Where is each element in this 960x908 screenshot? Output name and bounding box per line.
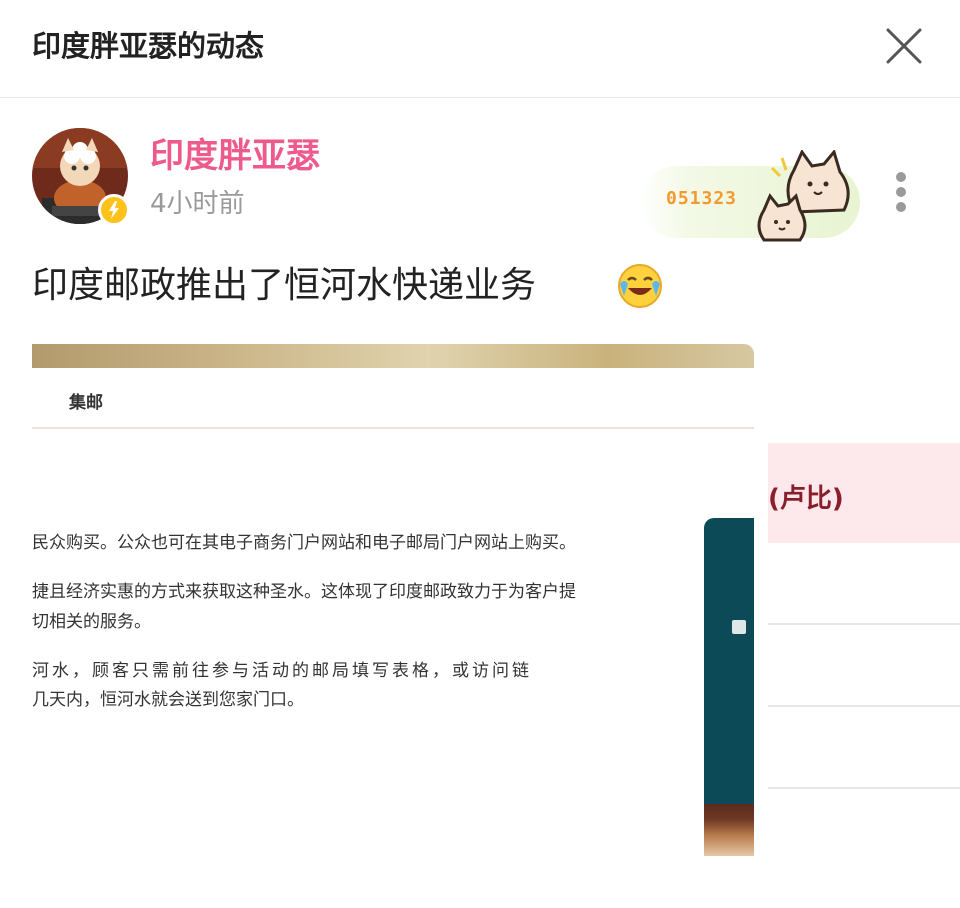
more-options-button[interactable] (888, 168, 916, 216)
vip-badge (98, 194, 130, 226)
close-icon (886, 28, 922, 64)
page-title: 印度胖亚瑟的动态 (32, 29, 265, 63)
more-vertical-icon-dot (896, 187, 906, 197)
more-vertical-icon-dot (896, 202, 906, 212)
image-side-photo (704, 804, 754, 856)
laughing-crying-emoji-icon (616, 262, 664, 310)
image-side-panel (704, 518, 754, 856)
cat-sticker-icon (757, 150, 850, 242)
image-text-line: 河水，顾客只需前往参与活动的邮局填写表格，或访问链 (32, 661, 532, 681)
image-right-divider (768, 787, 960, 789)
image-text-line: 几天内，恒河水就会送到您家门口。 (32, 690, 304, 710)
image-right-divider (768, 623, 960, 625)
image-side-icon (732, 620, 746, 634)
image-text-line: 捷且经济实惠的方式来获取这种圣水。这体现了印度邮政致力于为客户提 (32, 582, 576, 602)
image-right-divider (768, 705, 960, 707)
post-time: 4小时前 (150, 189, 245, 219)
decoration-code: 051323 (666, 188, 738, 209)
decoration-card[interactable]: 051323 (640, 150, 860, 242)
image-header-strip (32, 344, 754, 368)
more-vertical-icon-dot (896, 172, 906, 182)
image-text-line: 民众购买。公众也可在其电子商务门户网站和电子邮局门户网站上购买。 (32, 533, 576, 553)
image-tab-label: 集邮 (69, 393, 103, 413)
image-right-panel: (卢比) (768, 440, 960, 800)
image-divider (32, 427, 754, 429)
image-right-text: (卢比) (768, 484, 844, 514)
post-image[interactable]: 集邮 民众购买。公众也可在其电子商务门户网站和电子邮局门户网站上购买。 捷且经济… (32, 344, 754, 856)
top-bar: 印度胖亚瑟的动态 (0, 0, 960, 98)
image-text-line: 切相关的服务。 (32, 612, 151, 632)
post-text: 印度邮政推出了恒河水快递业务 (32, 265, 537, 306)
lightning-icon (109, 201, 119, 219)
author-name[interactable]: 印度胖亚瑟 (150, 134, 320, 178)
close-button[interactable] (884, 26, 924, 66)
